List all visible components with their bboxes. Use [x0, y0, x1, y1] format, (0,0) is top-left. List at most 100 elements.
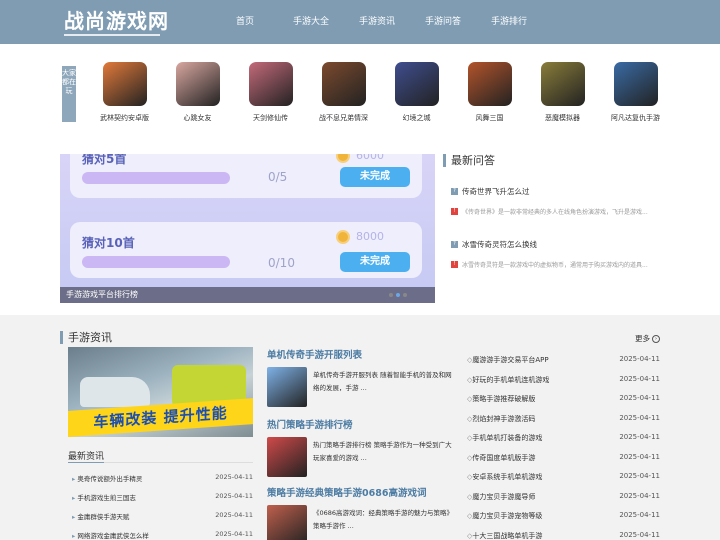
nav-ranking[interactable]: 手游排行: [476, 0, 542, 44]
carousel-dot-active[interactable]: [396, 293, 400, 297]
featured-thumbnail[interactable]: [267, 367, 307, 407]
list-item[interactable]: 手机单机打装备的游戏 2025-04-11: [467, 433, 660, 453]
list-item[interactable]: 网络游戏金庸武侠怎么样 2025-04-11: [72, 530, 253, 540]
featured-item[interactable]: 单机传奇手游开服列表 单机传奇手游开服列表 随着智能手机的普及和网络的发展，手游…: [267, 347, 457, 407]
game-item[interactable]: 天剑修仙传: [234, 62, 307, 123]
news-date: 2025-04-11: [215, 473, 253, 481]
news-hero-image[interactable]: 车辆改装 提升性能: [68, 347, 253, 437]
carousel-dot[interactable]: [403, 293, 407, 297]
game-item[interactable]: 阿凡达复仇手游: [599, 62, 672, 123]
list-item[interactable]: 奥奇传说额外出手精灵 2025-04-11: [72, 473, 253, 492]
carousel-dot[interactable]: [389, 293, 393, 297]
news-date: 2025-04-11: [619, 511, 660, 519]
more-link[interactable]: 更多 ›: [635, 333, 660, 344]
answer-icon: !: [451, 261, 458, 268]
game-name[interactable]: 天剑修仙传: [234, 113, 307, 123]
game-name[interactable]: 阿凡达复仇手游: [599, 113, 672, 123]
game-item[interactable]: 战不息兄弟情深: [307, 62, 380, 123]
qa-item[interactable]: ? 传奇世界飞升怎么过 ! 《传奇世界》是一款非常经典的多人在线角色扮演游戏，飞升是…: [451, 186, 661, 216]
nav-home[interactable]: 首页: [212, 0, 278, 44]
news-link[interactable]: 手机游戏生煎三国志: [72, 492, 136, 511]
news-link[interactable]: 魔力宝贝手游魔导师: [467, 492, 535, 512]
news-link[interactable]: 魔力宝贝手游宠物等级: [467, 511, 542, 531]
news-link[interactable]: 十大三国战略单机手游: [467, 531, 542, 540]
game-item[interactable]: 武林契约安卓版: [88, 62, 161, 123]
qa-question[interactable]: ? 传奇世界飞升怎么过: [451, 186, 661, 197]
featured-thumbnail[interactable]: [267, 437, 307, 477]
game-icon[interactable]: [175, 62, 220, 106]
featured-thumbnail[interactable]: [267, 505, 307, 540]
game-name[interactable]: 幻境之城: [380, 113, 453, 123]
task-progress-bar: [82, 256, 230, 268]
task-status-button: 未完成: [340, 252, 410, 272]
list-item[interactable]: 策略手游推荐破解版 2025-04-11: [467, 394, 660, 414]
news-link[interactable]: 传奇国度单机版手游: [467, 453, 535, 473]
nav-news[interactable]: 手游资讯: [344, 0, 410, 44]
banner-caption[interactable]: 手游游戏平台排行榜: [60, 287, 435, 303]
more-label[interactable]: 更多: [635, 333, 650, 344]
news-link[interactable]: 奥奇传说额外出手精灵: [72, 473, 142, 492]
news-link[interactable]: 好玩的手机单机连机游戏: [467, 375, 549, 395]
game-item[interactable]: 心跳女友: [161, 62, 234, 123]
game-name[interactable]: 风舞三国: [453, 113, 526, 123]
game-item[interactable]: 恶魔模拟器: [526, 62, 599, 123]
coin-icon: [336, 154, 350, 163]
news-section: 手游资讯 更多› 车辆改装 提升性能 最新资讯 奥奇传说额外出手精灵 2025-0…: [0, 315, 720, 540]
arrow-right-icon[interactable]: ›: [652, 334, 660, 343]
game-item[interactable]: 风舞三国: [453, 62, 526, 123]
game-name[interactable]: 心跳女友: [161, 113, 234, 123]
qa-item[interactable]: ? 冰雪传奇灵符怎么换线 ! 冰雪传奇灵符是一款游戏中的虚拟物币，通常用于购买游戏内…: [451, 239, 661, 269]
featured-item[interactable]: 热门策略手游排行榜 热门策略手游排行榜 策略手游作为一种受到广大玩家喜爱的游戏 …: [267, 417, 457, 477]
list-item[interactable]: 好玩的手机单机连机游戏 2025-04-11: [467, 375, 660, 395]
list-item[interactable]: 魔游游手游交易平台APP 2025-04-11: [467, 355, 660, 375]
game-icon[interactable]: [467, 62, 512, 106]
list-item[interactable]: 烈焰封神手游激活码 2025-04-11: [467, 414, 660, 434]
game-icon[interactable]: [540, 62, 585, 106]
news-link[interactable]: 安卓系统手机单机游戏: [467, 472, 542, 492]
list-item[interactable]: 手机游戏生煎三国志 2025-04-11: [72, 492, 253, 511]
game-item[interactable]: 幻境之城: [380, 62, 453, 123]
task-card: 猜对5首 0/5 6000 未完成: [70, 154, 422, 198]
featured-title[interactable]: 单机传奇手游开服列表: [267, 347, 457, 361]
game-icon[interactable]: [248, 62, 293, 106]
news-list: 魔游游手游交易平台APP 2025-04-11 好玩的手机单机连机游戏 2025-0…: [467, 355, 660, 540]
task-status-button: 未完成: [340, 167, 410, 187]
list-item[interactable]: 传奇国度单机版手游 2025-04-11: [467, 453, 660, 473]
game-icon[interactable]: [394, 62, 439, 106]
news-link[interactable]: 策略手游推荐破解版: [467, 394, 535, 414]
featured-title[interactable]: 策略手游经典策略手游0686高游戏词: [267, 485, 457, 499]
game-name[interactable]: 武林契约安卓版: [88, 113, 161, 123]
game-icon[interactable]: [321, 62, 366, 106]
featured-desc: 热门策略手游排行榜 策略手游作为一种受到广大玩家喜爱的游戏 ...: [313, 441, 452, 462]
game-name[interactable]: 战不息兄弟情深: [307, 113, 380, 123]
carousel-dots: [389, 293, 407, 297]
news-link[interactable]: 网络游戏金庸武侠怎么样: [72, 530, 149, 540]
news-date: 2025-04-11: [215, 530, 253, 538]
car-shape: [80, 377, 150, 407]
qa-question-text[interactable]: 冰雪传奇灵符怎么换线: [462, 239, 537, 250]
game-icon[interactable]: [102, 62, 147, 106]
list-item[interactable]: 魔力宝贝手游宠物等级 2025-04-11: [467, 511, 660, 531]
site-logo[interactable]: 战尚游戏网: [64, 6, 169, 36]
news-link[interactable]: 魔游游手游交易平台APP: [467, 355, 548, 375]
game-icon[interactable]: [613, 62, 658, 106]
task-score: 6000: [356, 154, 384, 162]
nav-games[interactable]: 手游大全: [278, 0, 344, 44]
list-item[interactable]: 金庸群侠手游天赋 2025-04-11: [72, 511, 253, 530]
featured-item[interactable]: 策略手游经典策略手游0686高游戏词 《0686高游戏词：经典策略手游的魅力与策…: [267, 485, 457, 540]
latest-news-list: 奥奇传说额外出手精灵 2025-04-11 手机游戏生煎三国志 2025-04-11…: [72, 473, 253, 540]
news-link[interactable]: 金庸群侠手游天赋: [72, 511, 129, 530]
news-link[interactable]: 手机单机打装备的游戏: [467, 433, 542, 453]
banner-carousel[interactable]: 猜对5首 0/5 6000 未完成 猜对10首 0/10 8000 未完成 手游…: [60, 154, 435, 303]
list-item[interactable]: 魔力宝贝手游魔导师 2025-04-11: [467, 492, 660, 512]
nav-qa[interactable]: 手游问答: [410, 0, 476, 44]
list-item[interactable]: 安卓系统手机单机游戏 2025-04-11: [467, 472, 660, 492]
qa-question[interactable]: ? 冰雪传奇灵符怎么换线: [451, 239, 661, 250]
coin-icon: [336, 230, 350, 244]
news-date: 2025-04-11: [619, 355, 660, 363]
news-link[interactable]: 烈焰封神手游激活码: [467, 414, 535, 434]
game-name[interactable]: 恶魔模拟器: [526, 113, 599, 123]
featured-title[interactable]: 热门策略手游排行榜: [267, 417, 457, 431]
list-item[interactable]: 十大三国战略单机手游 2025-04-11: [467, 531, 660, 540]
qa-question-text[interactable]: 传奇世界飞升怎么过: [462, 186, 530, 197]
